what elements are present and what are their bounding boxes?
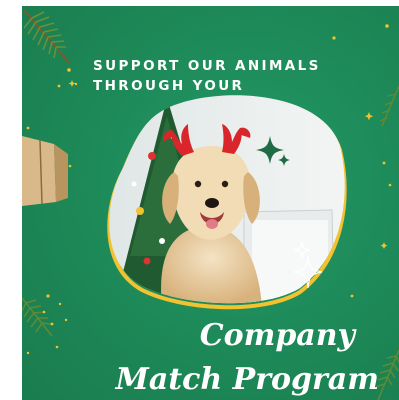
promo-card: SUPPORT OUR ANIMALS THROUGH YOUR Company…	[22, 6, 399, 400]
program-title-line-2: Match Program	[115, 362, 379, 397]
program-title: Company Match Program	[22, 314, 399, 400]
page-margin	[0, 0, 22, 400]
program-title-line-1: Company	[199, 318, 355, 353]
